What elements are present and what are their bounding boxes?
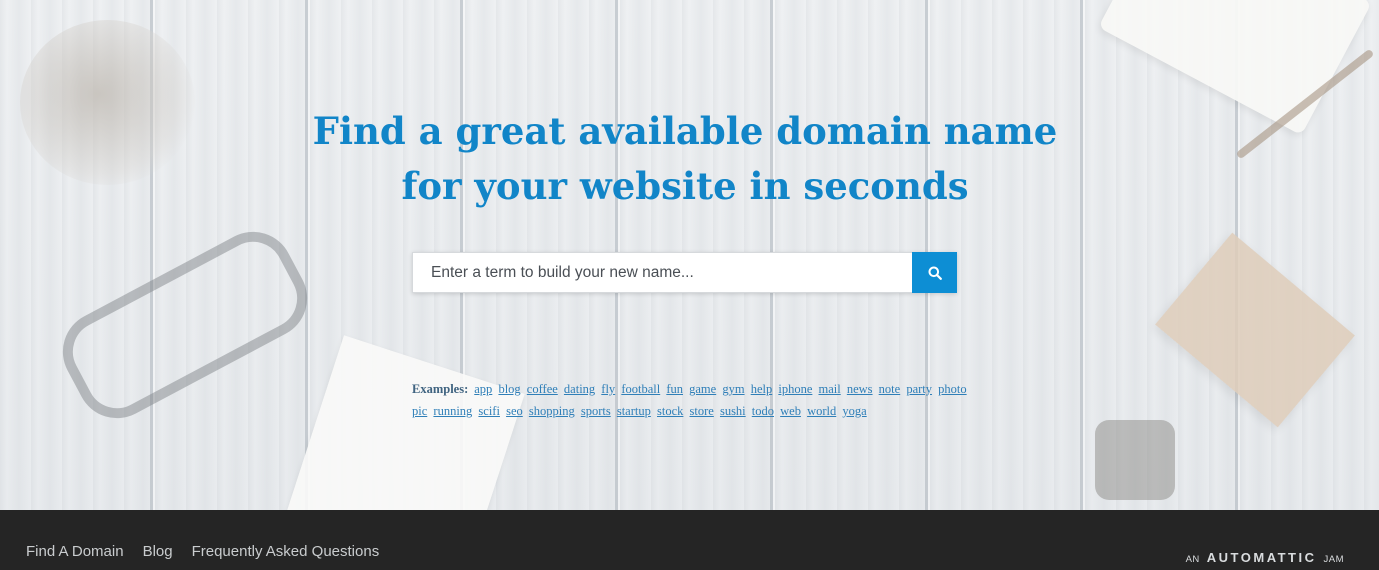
footer: Find A Domain Blog Frequently Asked Ques…: [0, 510, 1379, 570]
example-link-scifi[interactable]: scifi: [478, 404, 500, 418]
watch-decoration: [1095, 420, 1175, 500]
example-link-help[interactable]: help: [751, 382, 773, 396]
example-link-gym[interactable]: gym: [722, 382, 744, 396]
example-link-fun[interactable]: fun: [666, 382, 683, 396]
search-icon: [928, 266, 942, 280]
example-link-iphone[interactable]: iphone: [778, 382, 812, 396]
example-link-sushi[interactable]: sushi: [720, 404, 746, 418]
glasses-decoration: [48, 217, 322, 433]
brand-name: AUTOMATTIC: [1206, 550, 1317, 565]
footer-nav: Find A Domain Blog Frequently Asked Ques…: [26, 543, 379, 560]
example-link-sports[interactable]: sports: [581, 404, 611, 418]
example-link-coffee[interactable]: coffee: [527, 382, 558, 396]
brand-suffix: JAM: [1323, 554, 1344, 565]
page-title-line-1: Find a great available domain name: [312, 109, 1058, 153]
example-link-app[interactable]: app: [474, 382, 492, 396]
search-button[interactable]: [912, 252, 957, 293]
example-link-photo[interactable]: photo: [938, 382, 966, 396]
pinecone-decoration: [20, 20, 195, 185]
example-link-pic[interactable]: pic: [412, 404, 427, 418]
search-bar: [412, 252, 957, 293]
examples-list: Examples: app blog coffee dating fly foot…: [412, 378, 972, 422]
example-link-blog[interactable]: blog: [498, 382, 520, 396]
paper-decoration: [285, 335, 525, 510]
footer-link-find-a-domain[interactable]: Find A Domain: [26, 543, 124, 560]
example-link-startup[interactable]: startup: [617, 404, 651, 418]
example-link-world[interactable]: world: [807, 404, 836, 418]
notebook-decoration: [1098, 0, 1372, 136]
brand-prefix: AN: [1185, 554, 1200, 565]
example-link-fly[interactable]: fly: [601, 382, 615, 396]
color-box-decoration: [1155, 232, 1355, 428]
example-link-yoga[interactable]: yoga: [842, 404, 866, 418]
example-link-shopping[interactable]: shopping: [529, 404, 575, 418]
examples-label: Examples:: [412, 382, 469, 396]
example-link-stock[interactable]: stock: [657, 404, 683, 418]
example-link-football[interactable]: football: [621, 382, 660, 396]
example-link-party[interactable]: party: [906, 382, 932, 396]
page-title: Find a great available domain name for y…: [290, 104, 1080, 214]
footer-link-faq[interactable]: Frequently Asked Questions: [192, 543, 380, 560]
example-link-mail[interactable]: mail: [819, 382, 841, 396]
hero-section: Find a great available domain name for y…: [0, 0, 1379, 510]
example-link-note[interactable]: note: [879, 382, 901, 396]
automattic-logo[interactable]: AN AUTOMATTIC JAM: [1186, 550, 1344, 565]
example-link-seo[interactable]: seo: [506, 404, 523, 418]
example-link-web[interactable]: web: [780, 404, 801, 418]
search-input[interactable]: [412, 252, 912, 293]
example-link-game[interactable]: game: [689, 382, 716, 396]
example-link-dating[interactable]: dating: [564, 382, 595, 396]
example-link-news[interactable]: news: [847, 382, 873, 396]
examples-links: app blog coffee dating fly football fun …: [412, 382, 970, 418]
example-link-running[interactable]: running: [433, 404, 472, 418]
footer-link-blog[interactable]: Blog: [143, 543, 173, 560]
page-title-line-2: for your website in seconds: [401, 164, 969, 208]
example-link-todo[interactable]: todo: [752, 404, 774, 418]
example-link-store[interactable]: store: [690, 404, 714, 418]
